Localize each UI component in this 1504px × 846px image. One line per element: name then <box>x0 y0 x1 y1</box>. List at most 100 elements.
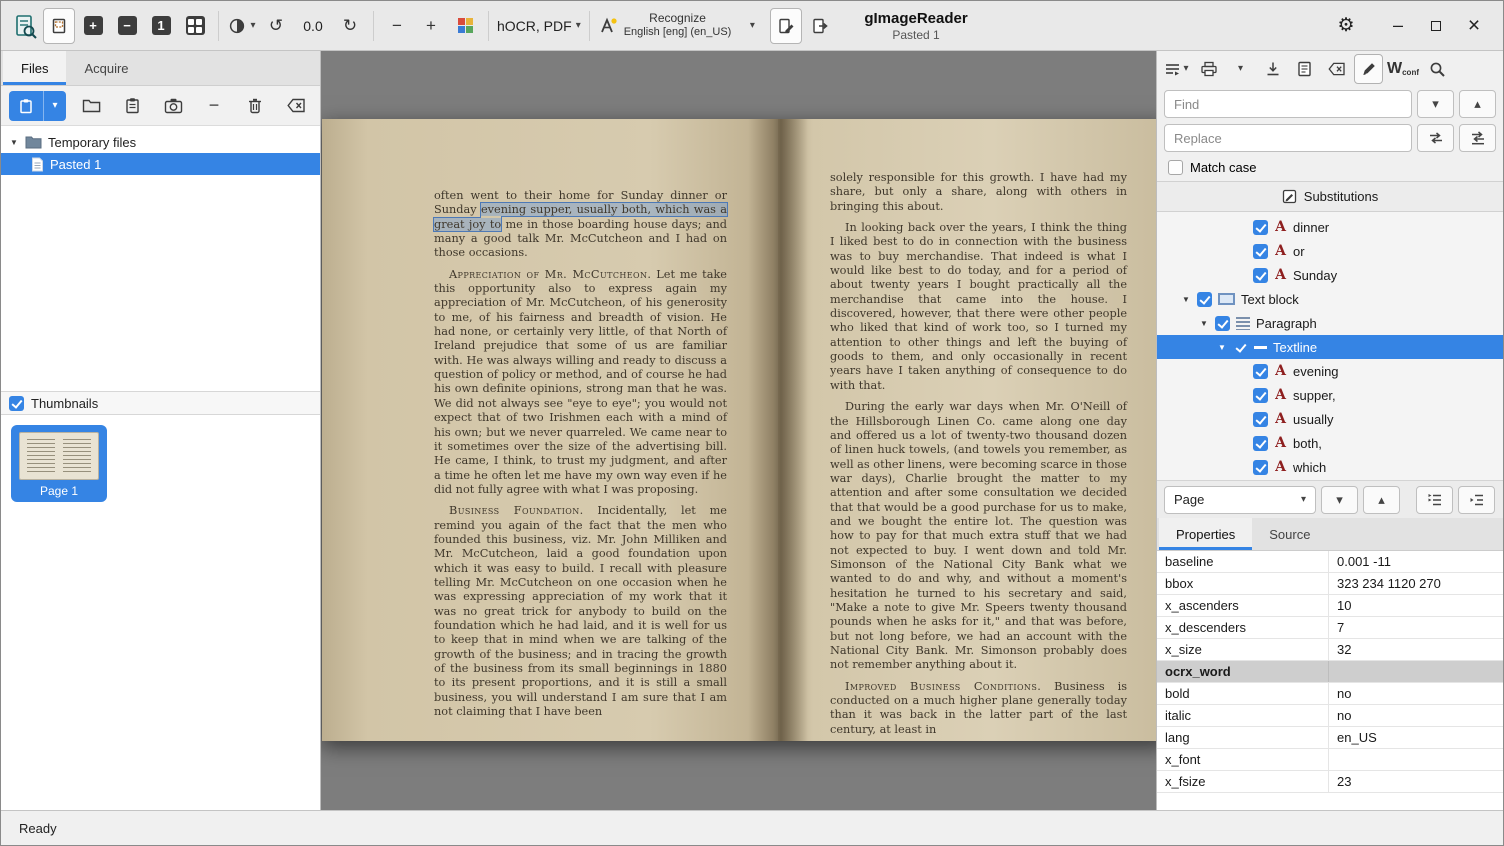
collapse-all-button[interactable] <box>1458 486 1495 514</box>
tree-item-textline-selected[interactable]: ▼ Textline <box>1157 335 1503 359</box>
replace-all-button[interactable] <box>1459 124 1496 152</box>
property-row[interactable]: x_ascenders 10 <box>1157 595 1503 617</box>
navigate-next-button[interactable]: ▾ <box>1321 486 1358 514</box>
export-output-button[interactable] <box>804 8 836 44</box>
open-hocr-document-button[interactable] <box>1290 54 1319 84</box>
paste-clipboard-button[interactable] <box>116 91 148 121</box>
page-selection-tool-button[interactable] <box>43 8 75 44</box>
navigate-prev-button[interactable]: ▴ <box>1363 486 1400 514</box>
find-input[interactable] <box>1164 90 1412 118</box>
thumbnails-checkbox[interactable] <box>9 396 24 411</box>
rotate-left-button[interactable]: ↺ <box>260 8 292 44</box>
property-row[interactable]: lang en_US <box>1157 727 1503 749</box>
find-replace-toggle[interactable] <box>1423 54 1452 84</box>
word-checkbox[interactable] <box>1253 436 1268 451</box>
find-next-button[interactable]: ▾ <box>1417 90 1454 118</box>
expander-icon[interactable]: ▼ <box>1181 295 1191 304</box>
word-checkbox[interactable] <box>1253 460 1268 475</box>
insert-mode-dropdown[interactable]: ▾ <box>1162 54 1191 84</box>
property-value[interactable]: no <box>1329 705 1503 726</box>
tree-item-word[interactable]: A usually <box>1157 407 1503 431</box>
replace-button[interactable] <box>1417 124 1454 152</box>
export-options-dropdown[interactable]: ▾ <box>1226 54 1255 84</box>
screenshot-button[interactable] <box>157 91 189 121</box>
tree-item-word[interactable]: A dinner <box>1157 215 1503 239</box>
property-value[interactable]: 10 <box>1329 595 1503 616</box>
navigate-target-select[interactable]: Page ▾ <box>1164 486 1316 514</box>
tree-item-text-block[interactable]: ▼ Text block <box>1157 287 1503 311</box>
tab-files[interactable]: Files <box>3 51 66 85</box>
tree-item-temporary-files[interactable]: ▼ Temporary files <box>1 131 320 153</box>
recognize-language-dropdown[interactable]: ▾ <box>736 8 768 44</box>
tree-item-paragraph[interactable]: ▼ Paragraph <box>1157 311 1503 335</box>
draw-boxes-toggle[interactable] <box>1354 54 1383 84</box>
paste-icon[interactable] <box>9 91 43 121</box>
close-button[interactable]: × <box>1459 11 1489 41</box>
import-hocr-button[interactable] <box>1258 54 1287 84</box>
substitutions-button[interactable]: Substitutions <box>1157 181 1503 212</box>
clear-files-button[interactable] <box>280 91 312 121</box>
thumbnail-page-1[interactable]: Page 1 <box>11 425 107 502</box>
clear-hocr-button[interactable] <box>1322 54 1351 84</box>
property-value[interactable]: 323 234 1120 270 <box>1329 573 1503 594</box>
tree-item-word[interactable]: A or <box>1157 239 1503 263</box>
word-checkbox[interactable] <box>1253 220 1268 235</box>
expand-all-button[interactable] <box>1416 486 1453 514</box>
tree-item-word[interactable]: A which <box>1157 455 1503 479</box>
recognize-button[interactable]: Recognize English [eng] (en_US) <box>597 8 735 44</box>
block-checkbox[interactable] <box>1197 292 1212 307</box>
add-selection-button[interactable]: + <box>77 8 109 44</box>
word-checkbox[interactable] <box>1253 388 1268 403</box>
delete-file-button[interactable] <box>239 91 271 121</box>
zoom-out-button[interactable]: − <box>381 8 413 44</box>
expander-icon[interactable]: ▼ <box>1217 343 1227 352</box>
property-row[interactable]: baseline 0.001 -11 <box>1157 551 1503 573</box>
number-selections-button[interactable]: 1 <box>145 8 177 44</box>
zoom-in-button[interactable]: + <box>415 8 447 44</box>
textline-checkbox[interactable] <box>1233 340 1248 355</box>
word-checkbox[interactable] <box>1253 412 1268 427</box>
property-row[interactable]: x_fsize 23 <box>1157 771 1503 793</box>
property-row[interactable]: italic no <box>1157 705 1503 727</box>
expander-icon[interactable]: ▼ <box>1199 319 1209 328</box>
expander-icon[interactable]: ▼ <box>9 138 19 147</box>
find-prev-button[interactable]: ▴ <box>1459 90 1496 118</box>
export-hocr-button[interactable] <box>1194 54 1223 84</box>
remove-page-button[interactable]: − <box>198 91 230 121</box>
tree-item-pasted-1[interactable]: Pasted 1 <box>1 153 320 175</box>
property-value[interactable]: 0.001 -11 <box>1329 551 1503 572</box>
maximize-button[interactable] <box>1421 11 1451 41</box>
tab-source[interactable]: Source <box>1252 518 1327 550</box>
autolayout-button[interactable] <box>179 8 211 44</box>
paragraph-checkbox[interactable] <box>1215 316 1230 331</box>
minimize-button[interactable]: – <box>1383 11 1413 41</box>
paste-dropdown-chevron[interactable]: ▾ <box>43 91 66 121</box>
property-value[interactable]: no <box>1329 683 1503 704</box>
tree-item-word[interactable]: A Sunday <box>1157 263 1503 287</box>
property-value[interactable] <box>1329 749 1503 770</box>
tree-item-word[interactable]: A both, <box>1157 431 1503 455</box>
property-row[interactable]: bold no <box>1157 683 1503 705</box>
property-value[interactable]: 32 <box>1329 639 1503 660</box>
tab-properties[interactable]: Properties <box>1159 518 1252 550</box>
tree-item-word[interactable]: A supper, <box>1157 383 1503 407</box>
property-value[interactable]: 7 <box>1329 617 1503 638</box>
rotate-right-button[interactable]: ↻ <box>334 8 366 44</box>
rotation-angle-value[interactable]: 0.0 <box>294 18 332 34</box>
tree-item-word[interactable]: A evening <box>1157 359 1503 383</box>
remove-selection-button[interactable]: − <box>111 8 143 44</box>
property-value[interactable]: en_US <box>1329 727 1503 748</box>
word-checkbox[interactable] <box>1253 364 1268 379</box>
image-filter-dropdown[interactable]: ▾ <box>226 8 258 44</box>
edit-output-button[interactable] <box>770 8 802 44</box>
zoom-original-button[interactable] <box>449 8 481 44</box>
replace-input[interactable] <box>1164 124 1412 152</box>
settings-gear-button[interactable]: ⚙ <box>1331 11 1361 41</box>
property-row[interactable]: x_descenders 7 <box>1157 617 1503 639</box>
tab-acquire[interactable]: Acquire <box>66 51 146 85</box>
show-confidence-toggle[interactable]: W conf <box>1386 54 1420 84</box>
open-file-button[interactable] <box>75 91 107 121</box>
output-format-dropdown[interactable]: hOCR, PDF ▾ <box>496 8 582 44</box>
property-row[interactable]: x_size 32 <box>1157 639 1503 661</box>
paste-split-button[interactable]: ▾ <box>9 91 66 121</box>
